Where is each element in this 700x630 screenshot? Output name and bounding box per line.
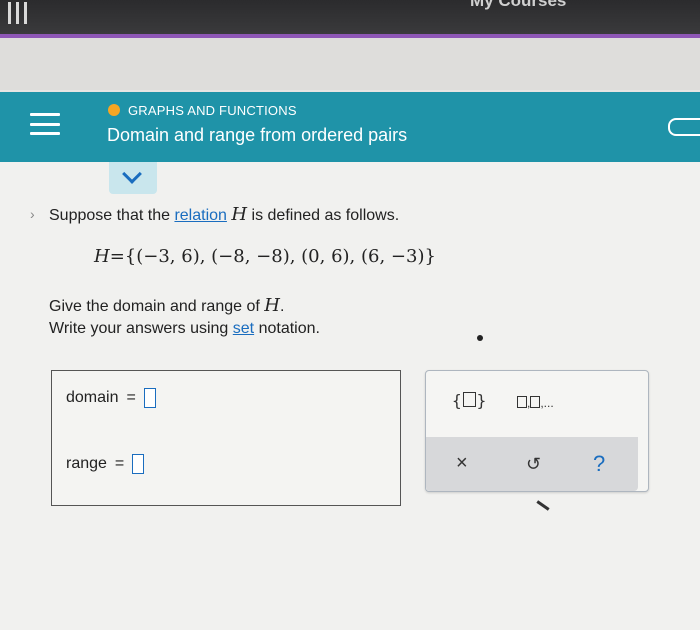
- instruction-text: Write your answers using: [49, 320, 233, 337]
- top-bar: My Courses: [0, 0, 700, 34]
- ordered-pairs-set: ={(−3, 6), (−8, −8), (0, 6), (6, −3)}: [109, 246, 436, 267]
- prompt-variable: H: [264, 295, 280, 316]
- range-row: range =: [66, 454, 145, 474]
- question-intro: Suppose that the relation H is defined a…: [49, 204, 399, 225]
- relation-link[interactable]: relation: [174, 207, 226, 224]
- empty-box-icon: [462, 392, 476, 407]
- expand-toggle[interactable]: [109, 162, 157, 194]
- set-link[interactable]: set: [233, 320, 254, 337]
- prompt-period: .: [279, 298, 285, 315]
- set-braces-button[interactable]: {}: [452, 391, 486, 410]
- app-menu-icon[interactable]: [4, 2, 30, 26]
- relation-definition: H={(−3, 6), (−8, −8), (0, 6), (6, −3)}: [94, 246, 436, 267]
- clear-icon[interactable]: ×: [456, 452, 468, 475]
- chevron-right-icon: ›: [30, 206, 35, 222]
- undo-icon[interactable]: ↺: [526, 454, 541, 475]
- empty-box-icon: [517, 396, 527, 408]
- cursor-dot: [477, 335, 483, 341]
- domain-row: domain =: [66, 388, 156, 408]
- intro-text-end: is defined as follows.: [247, 207, 400, 224]
- question-area: › Suppose that the relation H is defined…: [0, 162, 700, 630]
- hamburger-menu-icon[interactable]: [30, 113, 60, 135]
- list-entry-button[interactable]: ,,...: [517, 396, 554, 410]
- intro-text: Suppose that the: [49, 207, 175, 224]
- help-icon[interactable]: ?: [593, 451, 605, 477]
- pen-mark: [536, 500, 550, 511]
- lesson-title: Domain and range from ordered pairs: [107, 125, 408, 145]
- topic-label: GRAPHS AND FUNCTIONS: [128, 103, 297, 118]
- question-instruction: Write your answers using set notation.: [49, 320, 320, 338]
- relation-variable: H: [231, 204, 248, 225]
- brace-open-glyph: {: [452, 391, 462, 410]
- instruction-text-end: notation.: [254, 320, 320, 337]
- range-equals: =: [114, 455, 125, 472]
- lesson-header: GRAPHS AND FUNCTIONS Domain and range fr…: [0, 92, 700, 162]
- math-variable: H: [94, 246, 110, 267]
- chevron-down-icon: [122, 164, 142, 184]
- domain-input[interactable]: [143, 388, 156, 408]
- math-tool-panel: {} ,,... × ↺ ?: [425, 370, 649, 492]
- app-title[interactable]: My Courses: [470, 0, 566, 11]
- spacer-strip: [0, 38, 700, 90]
- prompt-text: Give the domain and range of: [49, 298, 265, 315]
- empty-box-icon: [530, 396, 541, 408]
- range-label: range: [66, 455, 107, 472]
- answer-box: domain = range =: [51, 370, 401, 506]
- question-prompt: Give the domain and range of H.: [49, 295, 284, 316]
- topic-status-dot: [108, 104, 120, 116]
- domain-equals: =: [126, 389, 136, 406]
- list-ellipsis-glyph: ,...: [540, 396, 554, 410]
- side-panel-tab[interactable]: [668, 118, 700, 136]
- range-input[interactable]: [132, 454, 145, 474]
- brace-close-glyph: }: [476, 391, 487, 410]
- domain-label: domain: [66, 389, 119, 406]
